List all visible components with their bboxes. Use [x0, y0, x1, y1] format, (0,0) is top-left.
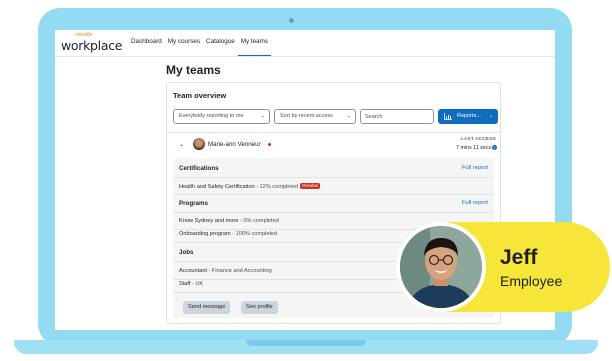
chevron-down-icon[interactable]: ⌄ [179, 141, 184, 148]
nav-my-courses[interactable]: My courses [165, 30, 203, 56]
job-name: Accountant [179, 268, 207, 274]
logo-main-text: workplace [61, 38, 123, 53]
job-item: Staff - UK [179, 281, 203, 287]
camera-dot [289, 18, 294, 23]
top-navbar: moodle workplace Dashboard My courses Ca… [55, 30, 555, 57]
certification-name: Health and Safety Certification [179, 184, 255, 190]
program-item: Know Sydney and more - 0% completed [179, 218, 279, 224]
chevron-down-icon: ⌄ [260, 113, 265, 119]
certification-item: Health and Safety Certification - 12% co… [179, 183, 321, 190]
sort-value: Sort by recent access [280, 113, 333, 119]
reports-label: Reports... [457, 113, 481, 119]
program-item: Onboarding program - 100% completed [179, 231, 277, 237]
nav-links: Dashboard My courses Catalogue My teams [128, 30, 272, 56]
avatar [193, 138, 205, 150]
nav-catalogue[interactable]: Catalogue [203, 30, 238, 56]
avatar [400, 226, 482, 308]
sort-select[interactable]: Sort by recent access ⌄ [274, 109, 356, 124]
badge-name: Jeff [500, 246, 538, 269]
chevron-down-icon: ⌄ [346, 113, 351, 119]
chevron-down-icon: ⌄ [488, 113, 493, 119]
team-member-row[interactable]: ⌄ Marie-ann Venneur LAST ACCESS 7 mins 1… [167, 133, 500, 158]
bar-chart-icon [444, 113, 452, 120]
page-title: My teams [166, 63, 221, 77]
reporting-filter-value: Everybody reporting to me [179, 113, 244, 119]
job-item: Accountant - Finance and Accounting [179, 268, 272, 274]
program-name: Know Sydney and more [179, 218, 239, 224]
divider [173, 212, 494, 213]
certifications-title: Certifications [179, 165, 219, 172]
see-profile-button[interactable]: See profile [241, 301, 278, 314]
info-icon[interactable]: i [492, 145, 497, 150]
reports-button[interactable]: Reports... ⌄ [438, 109, 498, 124]
nav-my-teams[interactable]: My teams [237, 30, 272, 56]
job-name: Staff [179, 281, 191, 287]
programs-full-report-link[interactable]: Full report [462, 200, 488, 206]
job-org: - Finance and Accounting [207, 268, 272, 274]
member-name[interactable]: Marie-ann Venneur [208, 141, 261, 148]
person-photo-icon [400, 226, 482, 308]
jobs-title: Jobs [179, 249, 194, 256]
status-dot [268, 143, 271, 146]
badge-role: Employee [500, 273, 563, 289]
program-status: - 0% completed [238, 218, 279, 224]
program-status: - 100% completed [230, 231, 278, 237]
divider [173, 177, 494, 178]
nav-dashboard[interactable]: Dashboard [128, 30, 165, 56]
certification-status: - 12% completed [254, 184, 299, 190]
last-access-label: LAST ACCESS [461, 137, 496, 142]
last-access-value: 7 mins 11 secs [456, 145, 491, 151]
overdue-badge: Overdue [300, 183, 321, 189]
laptop-base-notch [246, 340, 366, 346]
divider [173, 194, 494, 195]
moodle-workplace-logo[interactable]: moodle workplace [61, 32, 123, 54]
send-message-button[interactable]: Send message [183, 301, 231, 314]
job-org: - UK [190, 281, 204, 287]
programs-title: Programs [179, 200, 208, 207]
search-input[interactable] [360, 109, 434, 124]
certifications-full-report-link[interactable]: Full report [462, 165, 488, 171]
program-name: Onboarding program [179, 231, 231, 237]
card-title: Team overview [173, 91, 227, 100]
reporting-filter-select[interactable]: Everybody reporting to me ⌄ [173, 109, 270, 124]
